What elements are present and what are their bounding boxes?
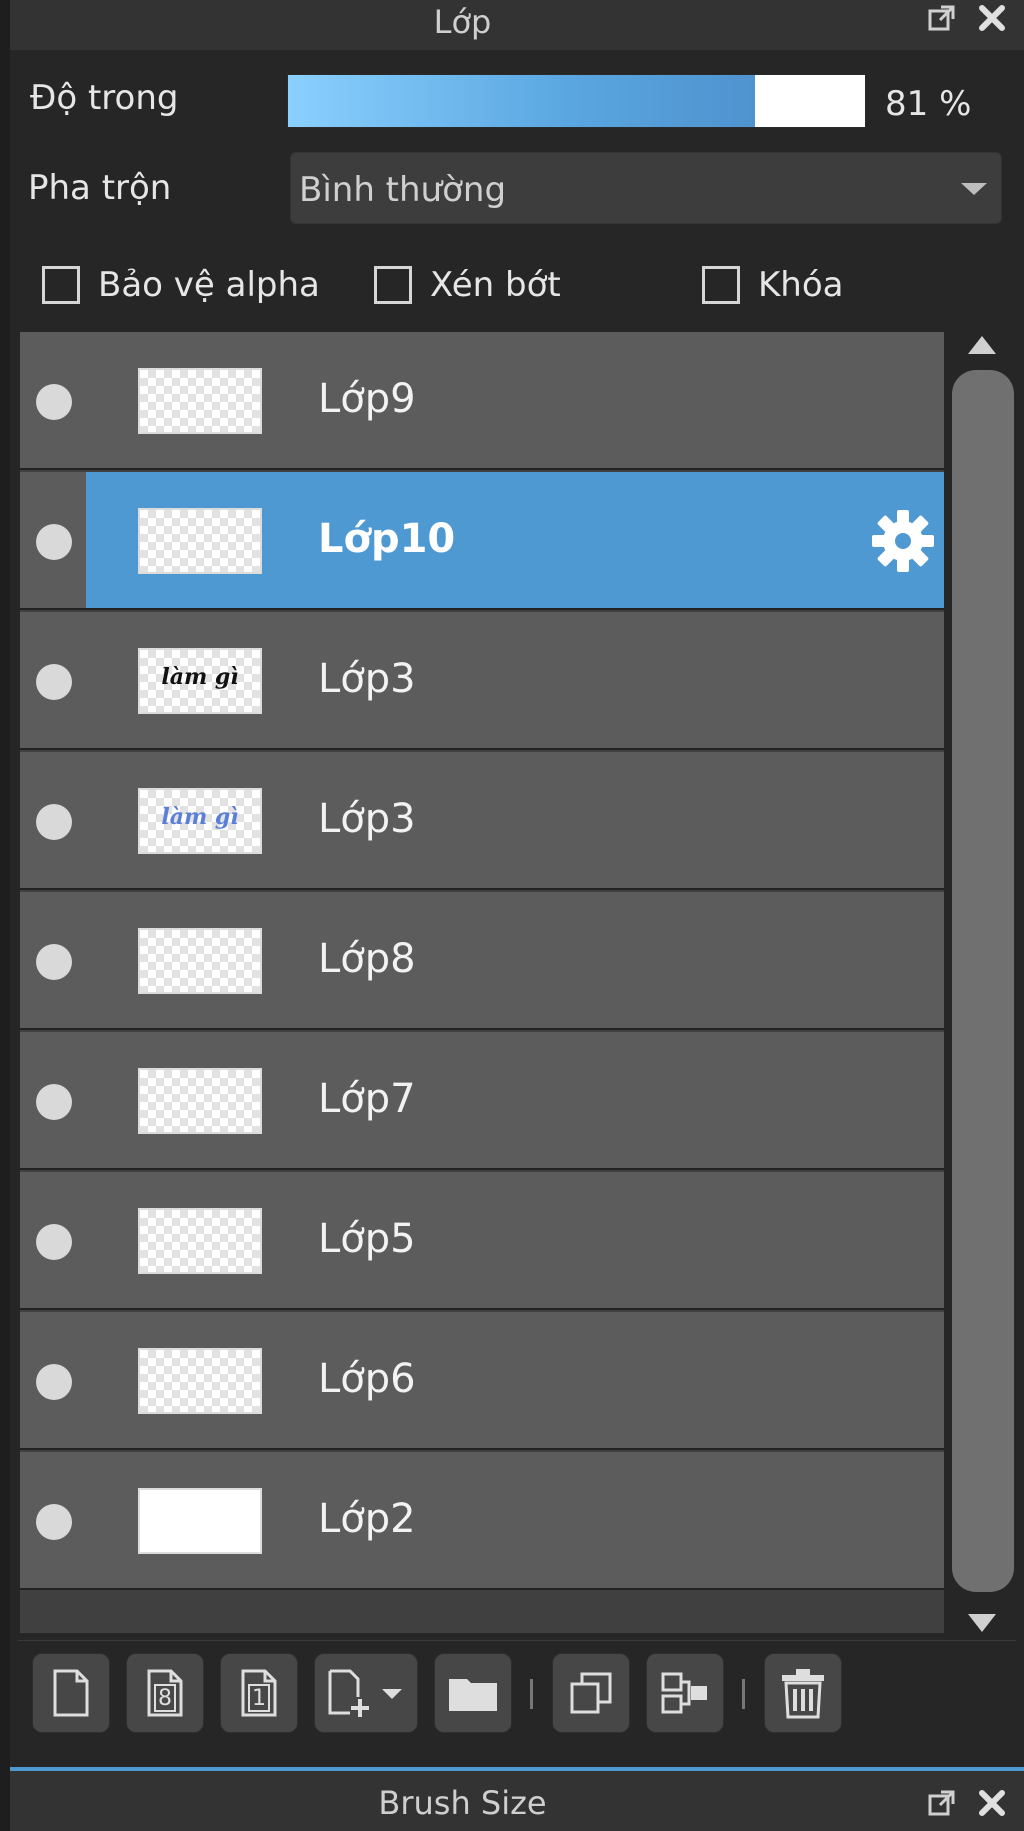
- visibility-toggle-icon[interactable]: [36, 944, 72, 980]
- brush-size-panel-title: Brush Size: [378, 1784, 547, 1822]
- visibility-toggle-icon[interactable]: [36, 1084, 72, 1120]
- layer-name: Lớp5: [318, 1216, 416, 1262]
- new-folder-button[interactable]: [434, 1653, 512, 1733]
- layer-row[interactable]: Lớp5: [20, 1172, 944, 1310]
- layer-name: Lớp3: [318, 796, 416, 842]
- panel-title: Lớp: [433, 3, 492, 41]
- blend-mode-label: Pha trộn: [28, 168, 172, 208]
- layer-row[interactable]: Lớp2: [20, 1452, 944, 1590]
- float-window-icon[interactable]: [922, 0, 962, 36]
- layer-thumbnail-text: làm gì: [161, 804, 239, 830]
- layer-name: Lớp6: [318, 1356, 416, 1402]
- layer-name: Lớp10: [318, 516, 456, 562]
- trash-icon: [782, 1669, 824, 1719]
- clip-checkbox[interactable]: Xén bớt: [374, 262, 561, 308]
- close-icon[interactable]: [972, 0, 1012, 36]
- brush-size-panel-titlebar: Brush Size: [10, 1767, 1024, 1831]
- layer-row[interactable]: Lớp9: [20, 332, 944, 470]
- scroll-up-arrow-icon[interactable]: [968, 336, 996, 354]
- chevron-down-icon: [961, 183, 987, 195]
- lock-checkbox[interactable]: Khóa: [702, 262, 843, 308]
- layer-toolbar: 8 1: [18, 1640, 1016, 1744]
- layer-name: Lớp8: [318, 936, 416, 982]
- close-icon[interactable]: [972, 1785, 1012, 1821]
- layer-thumbnail: [138, 368, 262, 434]
- checkbox-box[interactable]: [42, 266, 80, 304]
- new-layer-button[interactable]: [32, 1653, 110, 1733]
- scrollbar-thumb[interactable]: [952, 370, 1014, 1592]
- layer-row[interactable]: Lớp6: [20, 1312, 944, 1450]
- layer-name: Lớp2: [318, 1496, 416, 1542]
- toolbar-separator: [742, 1679, 745, 1709]
- clip-label: Xén bớt: [430, 265, 561, 305]
- layer-row[interactable]: Lớp8: [20, 892, 944, 1030]
- layer-thumbnail: [138, 1488, 262, 1554]
- opacity-value: 81 %: [885, 84, 972, 124]
- layer-1bit-icon: 1: [241, 1669, 277, 1717]
- new-layer-icon: [53, 1669, 89, 1717]
- visibility-toggle-icon[interactable]: [36, 664, 72, 700]
- layer-thumbnail: làm gì: [138, 648, 262, 714]
- layer-row[interactable]: làm gì Lớp3: [20, 752, 944, 890]
- delete-layer-button[interactable]: [764, 1653, 842, 1733]
- new-8bit-layer-button[interactable]: 8: [126, 1653, 204, 1733]
- layer-thumbnail: [138, 1068, 262, 1134]
- layer-thumbnail-text: làm gì: [161, 664, 239, 690]
- scroll-down-arrow-icon[interactable]: [968, 1614, 996, 1632]
- layer-row[interactable]: làm gì Lớp3: [20, 612, 944, 750]
- layer-name: Lớp9: [318, 376, 416, 422]
- layer-name: Lớp3: [318, 656, 416, 702]
- layer-thumbnail: làm gì: [138, 788, 262, 854]
- svg-text:1: 1: [252, 1686, 266, 1711]
- visibility-toggle-icon[interactable]: [36, 1224, 72, 1260]
- blend-mode-select[interactable]: Bình thường: [290, 152, 1002, 224]
- lock-label: Khóa: [758, 265, 844, 305]
- opacity-slider-fill: [288, 75, 756, 127]
- checkbox-box[interactable]: [374, 266, 412, 304]
- float-window-icon[interactable]: [922, 1785, 962, 1821]
- layer-list[interactable]: Lớp9 Lớp10 làm gì Lớp3 làm gì Lớp3 Lớp8 Lớp7 Lớp…: [20, 332, 944, 1633]
- opacity-slider[interactable]: [287, 74, 866, 128]
- merge-down-icon: [661, 1672, 707, 1714]
- layer-8bit-icon: 8: [147, 1669, 183, 1717]
- merge-down-button[interactable]: [646, 1653, 724, 1733]
- toolbar-separator: [530, 1679, 533, 1709]
- layer-name: Lớp7: [318, 1076, 416, 1122]
- folder-icon: [449, 1679, 497, 1711]
- checkbox-box[interactable]: [702, 266, 740, 304]
- add-layer-dropdown-button[interactable]: [314, 1653, 418, 1733]
- gear-icon[interactable]: [870, 508, 936, 574]
- layer-list-scrollbar[interactable]: [950, 330, 1016, 1636]
- new-1bit-layer-button[interactable]: 1: [220, 1653, 298, 1733]
- visibility-toggle-icon[interactable]: [36, 1364, 72, 1400]
- visibility-toggle-icon[interactable]: [36, 524, 72, 560]
- opacity-label: Độ trong: [30, 78, 179, 118]
- layer-thumbnail: [138, 928, 262, 994]
- duplicate-icon: [570, 1672, 612, 1714]
- layer-thumbnail: [138, 1348, 262, 1414]
- layer-thumbnail: [138, 1208, 262, 1274]
- layer-row[interactable]: Lớp10: [20, 472, 944, 610]
- add-layer-dropdown-icon: [328, 1669, 402, 1717]
- duplicate-layer-button[interactable]: [552, 1653, 630, 1733]
- panel-titlebar: Lớp: [10, 0, 1024, 50]
- visibility-toggle-icon[interactable]: [36, 804, 72, 840]
- blend-mode-value: Bình thường: [299, 170, 507, 210]
- layer-row[interactable]: Lớp7: [20, 1032, 944, 1170]
- protect-alpha-checkbox[interactable]: Bảo vệ alpha: [42, 262, 320, 308]
- visibility-toggle-icon[interactable]: [36, 1504, 72, 1540]
- visibility-toggle-icon[interactable]: [36, 384, 72, 420]
- layer-thumbnail: [138, 508, 262, 574]
- protect-alpha-label: Bảo vệ alpha: [98, 265, 320, 305]
- svg-text:8: 8: [158, 1686, 172, 1711]
